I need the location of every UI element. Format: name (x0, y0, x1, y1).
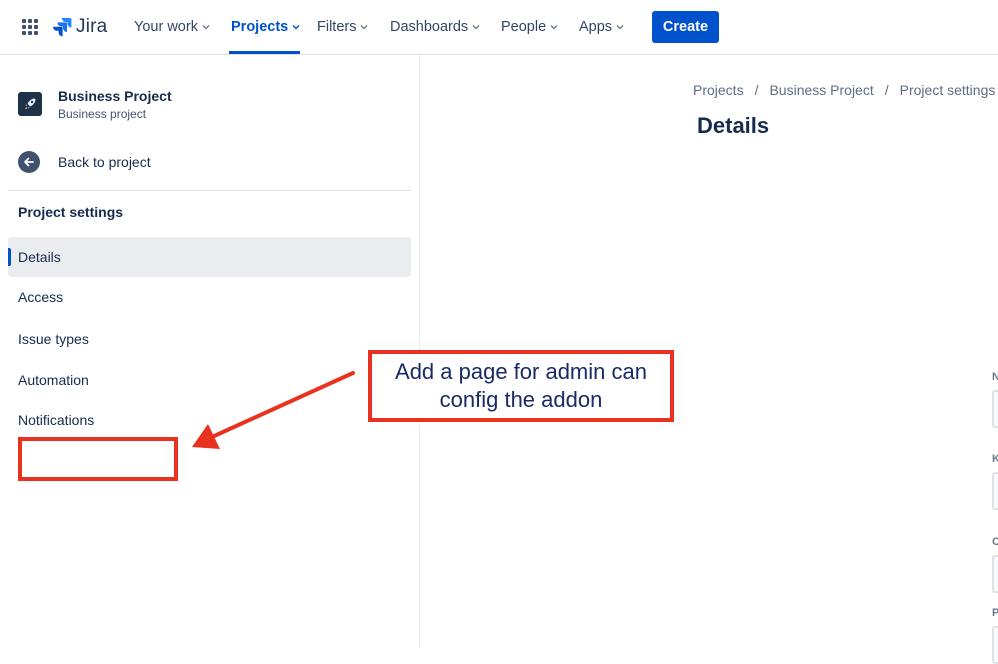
app-switcher-icon[interactable] (22, 19, 38, 35)
name-field[interactable] (992, 390, 998, 428)
annotation-line-2: config the addon (439, 387, 603, 412)
nav-apps[interactable]: Apps (579, 17, 624, 37)
jira-logo-icon (53, 18, 72, 37)
nav-projects-label: Projects (231, 19, 289, 35)
breadcrumb: Projects / Business Project / Project se… (693, 82, 995, 98)
chevron-down-icon (292, 25, 300, 30)
nav-your-work-label: Your work (134, 19, 198, 35)
project-avatar[interactable] (18, 92, 42, 116)
project-settings-heading: Project settings (18, 204, 124, 220)
sidebar-item-label: Details (18, 249, 61, 265)
chevron-down-icon (202, 25, 210, 30)
breadcrumb-business-project[interactable]: Business Project (769, 82, 873, 98)
back-to-project-label: Back to project (58, 154, 151, 170)
sidebar-item-label: Access (18, 289, 64, 305)
chevron-down-icon (550, 25, 558, 30)
sidebar-divider (8, 190, 411, 191)
page-title: Details (697, 113, 770, 138)
top-navigation: Jira Your work Projects Filters Dashboar… (0, 0, 998, 55)
key-field[interactable] (992, 472, 998, 510)
nav-people[interactable]: People (501, 17, 558, 37)
breadcrumb-separator: / (884, 82, 889, 98)
nav-your-work[interactable]: Your work (134, 17, 210, 37)
nav-dashboards[interactable]: Dashboards (390, 17, 480, 37)
category-field[interactable] (992, 555, 998, 593)
project-lead-field[interactable] (992, 626, 998, 664)
nav-filters-label: Filters (317, 19, 357, 35)
sidebar-item-automation[interactable]: Automation (8, 360, 411, 400)
create-button[interactable]: Create (652, 11, 719, 43)
annotation-placeholder-box (18, 437, 178, 481)
chevron-down-icon (616, 25, 624, 30)
breadcrumb-project-settings[interactable]: Project settings (900, 82, 996, 98)
jira-logo[interactable]: Jira (52, 16, 107, 38)
sidebar-item-label: Issue types (18, 331, 89, 347)
breadcrumb-separator: / (754, 82, 759, 98)
rocket-icon (25, 98, 36, 110)
breadcrumb-projects[interactable]: Projects (693, 82, 744, 98)
sidebar-item-issue-types[interactable]: Issue types (8, 319, 411, 359)
field-label-key: K (992, 453, 998, 465)
annotation-line-1: Add a page for admin can (395, 359, 647, 384)
chevron-down-icon (472, 25, 480, 30)
nav-projects[interactable]: Projects (231, 17, 300, 37)
field-label-name: N (992, 371, 998, 383)
nav-apps-label: Apps (579, 19, 613, 35)
chevron-down-icon (360, 25, 368, 30)
sidebar-item-access[interactable]: Access (8, 277, 411, 317)
annotation-callout: Add a page for admin can config the addo… (368, 350, 674, 422)
project-name: Business Project (58, 88, 172, 104)
active-nav-indicator (229, 51, 300, 54)
nav-filters[interactable]: Filters (317, 17, 368, 37)
nav-dashboards-label: Dashboards (390, 19, 469, 35)
sidebar-item-label: Automation (18, 372, 89, 388)
field-label-project-lead: P (992, 607, 998, 619)
arrow-left-icon (18, 151, 40, 173)
nav-people-label: People (501, 19, 547, 35)
sidebar-item-details[interactable]: Details (8, 237, 411, 277)
project-sidebar: Business Project Business project Back t… (0, 55, 420, 648)
sidebar-item-label: Notifications (18, 412, 95, 428)
annotation-text: Add a page for admin can config the addo… (395, 358, 647, 414)
sidebar-item-notifications[interactable]: Notifications (8, 400, 411, 440)
field-label-category: C (992, 536, 998, 548)
project-type: Business project (58, 107, 147, 121)
jira-logo-text: Jira (76, 16, 108, 37)
back-to-project-link[interactable]: Back to project (18, 151, 151, 173)
